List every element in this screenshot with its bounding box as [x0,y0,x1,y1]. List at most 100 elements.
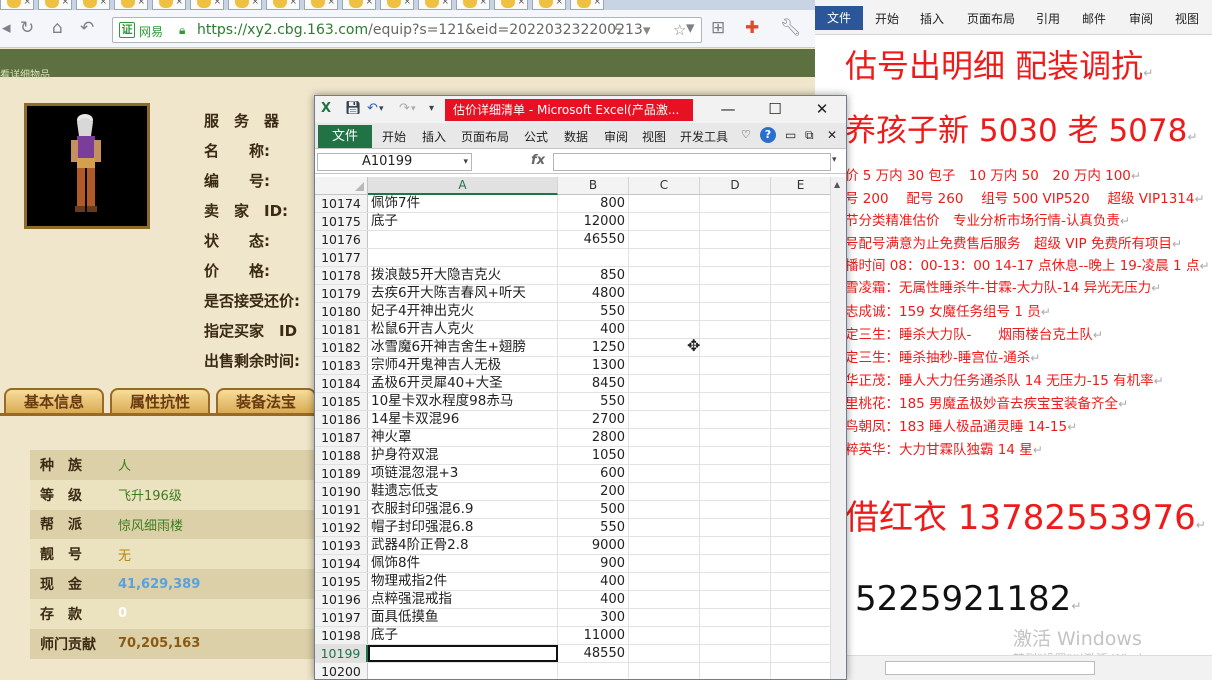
browser-tab[interactable]: × [76,0,110,10]
column-header[interactable]: A [368,177,558,195]
cell-a[interactable]: 松鼠6开吉人克火 [368,321,558,338]
row-number[interactable]: 10177 [315,249,368,266]
row-number[interactable]: 10179 [315,285,368,302]
customize-toolbar-icon[interactable]: ▾ [429,103,434,114]
browser-tab[interactable]: × [304,0,338,10]
cell-b[interactable]: 4800 [558,285,629,302]
cell-d[interactable] [700,627,771,644]
chevron-down-icon[interactable]: ▾ [463,154,468,170]
browser-tab[interactable]: × [456,0,490,10]
chevron-down-icon[interactable]: ▾ [411,104,416,114]
home-icon[interactable]: ⌂ [52,18,63,38]
browser-tab[interactable]: × [380,0,414,10]
cell-a[interactable]: 护身符双混 [368,447,558,464]
browser-tab[interactable]: × [190,0,224,10]
tab-formulas[interactable]: 公式 [524,128,548,145]
tab-review[interactable]: 审阅 [604,128,628,145]
lightning-icon[interactable]: ϟ [613,21,623,39]
row-number[interactable]: 10184 [315,375,368,392]
cell-c[interactable] [629,267,700,284]
close-button[interactable]: ✕ [799,98,845,120]
word-document-body[interactable]: 估号出明细 配装调抗↵ 养孩子新 5030 老 5078↵ 价 5 万内 30 … [845,35,1212,655]
row-number[interactable]: 10182 [315,339,368,356]
cell-d[interactable] [700,537,771,554]
address-bar[interactable]: 证 网易 🔒︎ https://xy2.cbg.163.com/equip?s=… [112,17,702,43]
cell-b[interactable]: 2700 [558,411,629,428]
cell-b[interactable]: 400 [558,321,629,338]
cell-a[interactable]: 底子 [368,627,558,644]
cell-b[interactable]: 550 [558,519,629,536]
expand-formula-icon[interactable]: ▾ [832,155,837,165]
cell-b[interactable]: 550 [558,393,629,410]
cell-a[interactable]: 拨浪鼓5开大隐吉克火 [368,267,558,284]
row-number[interactable]: 10188 [315,447,368,464]
cell-c[interactable] [629,537,700,554]
cell-d[interactable] [700,393,771,410]
cell-a[interactable]: 10星卡双水程度98赤马 [368,393,558,410]
cell-b[interactable]: 1300 [558,357,629,374]
cell-c[interactable] [629,663,700,679]
cell-a[interactable]: 底子 [368,213,558,230]
cell-b[interactable]: 300 [558,609,629,626]
column-header[interactable]: E [771,177,831,195]
cell-b[interactable]: 400 [558,591,629,608]
browser-tab[interactable]: × [532,0,566,10]
cell-c[interactable] [629,483,700,500]
row-number[interactable]: 10174 [315,195,368,212]
cell-c[interactable] [629,501,700,518]
browser-tab[interactable]: × [494,0,528,10]
formula-input[interactable] [553,153,831,171]
cell-b[interactable]: 500 [558,501,629,518]
row-number[interactable]: 10193 [315,537,368,554]
cell-d[interactable] [700,303,771,320]
word-tab-layout[interactable]: 页面布局 [967,10,1015,27]
cell-d[interactable] [700,591,771,608]
cell-b[interactable] [558,249,629,266]
word-tab-references[interactable]: 引用 [1036,10,1060,27]
ribbon-restore-icon[interactable]: ⧉ [805,128,814,143]
ribbon-minimize-icon[interactable]: ▭ [785,128,796,142]
row-number[interactable]: 10183 [315,357,368,374]
browser-tab[interactable]: × [418,0,452,10]
cell-a[interactable]: 项链混忽混+3 [368,465,558,482]
wrench-icon[interactable]: 🔧︎ [780,18,802,38]
cell-d[interactable] [700,267,771,284]
row-number[interactable]: 10181 [315,321,368,338]
tab-view[interactable]: 视图 [642,128,666,145]
cell-d[interactable] [700,465,771,482]
row-number[interactable]: 10178 [315,267,368,284]
word-tab-review[interactable]: 审阅 [1129,10,1153,27]
cell-b[interactable]: 600 [558,465,629,482]
cell-b[interactable]: 8450 [558,375,629,392]
chevron-down-icon[interactable]: ▾ [643,21,651,39]
cell-a[interactable]: 孟极6开灵犀40+大圣 [368,375,558,392]
cell-b[interactable]: 550 [558,303,629,320]
cell-a[interactable]: 去疾6开大陈吉春风+听天 [368,285,558,302]
cell-a[interactable]: 衣服封印强混6.9 [368,501,558,518]
row-number[interactable]: 10191 [315,501,368,518]
vertical-scrollbar[interactable]: ▲ [830,177,846,679]
browser-tab[interactable]: × [0,0,34,10]
row-number[interactable]: 10197 [315,609,368,626]
cell-a[interactable]: 帽子封印强混6.8 [368,519,558,536]
cell-b[interactable]: 2800 [558,429,629,446]
row-number[interactable]: 10176 [315,231,368,248]
cell-a[interactable]: 神火罩 [368,429,558,446]
name-box[interactable]: A10199 ▾ [317,153,472,171]
cell-d[interactable] [700,339,771,356]
cell-c[interactable] [629,591,700,608]
cell-c[interactable] [629,429,700,446]
minimize-button[interactable]: — [705,98,751,120]
cell-c[interactable] [629,303,700,320]
cell-b[interactable]: 400 [558,573,629,590]
undo-icon[interactable]: ↶ [367,101,378,116]
word-tab-view[interactable]: 视图 [1175,10,1199,27]
row-number[interactable]: 10187 [315,429,368,446]
cell-d[interactable] [700,429,771,446]
column-header[interactable]: D [700,177,771,195]
cell-d[interactable] [700,285,771,302]
cell-c[interactable] [629,393,700,410]
cell-b[interactable]: 200 [558,483,629,500]
scroll-up-icon[interactable]: ▲ [834,180,840,189]
cell-b[interactable]: 850 [558,267,629,284]
